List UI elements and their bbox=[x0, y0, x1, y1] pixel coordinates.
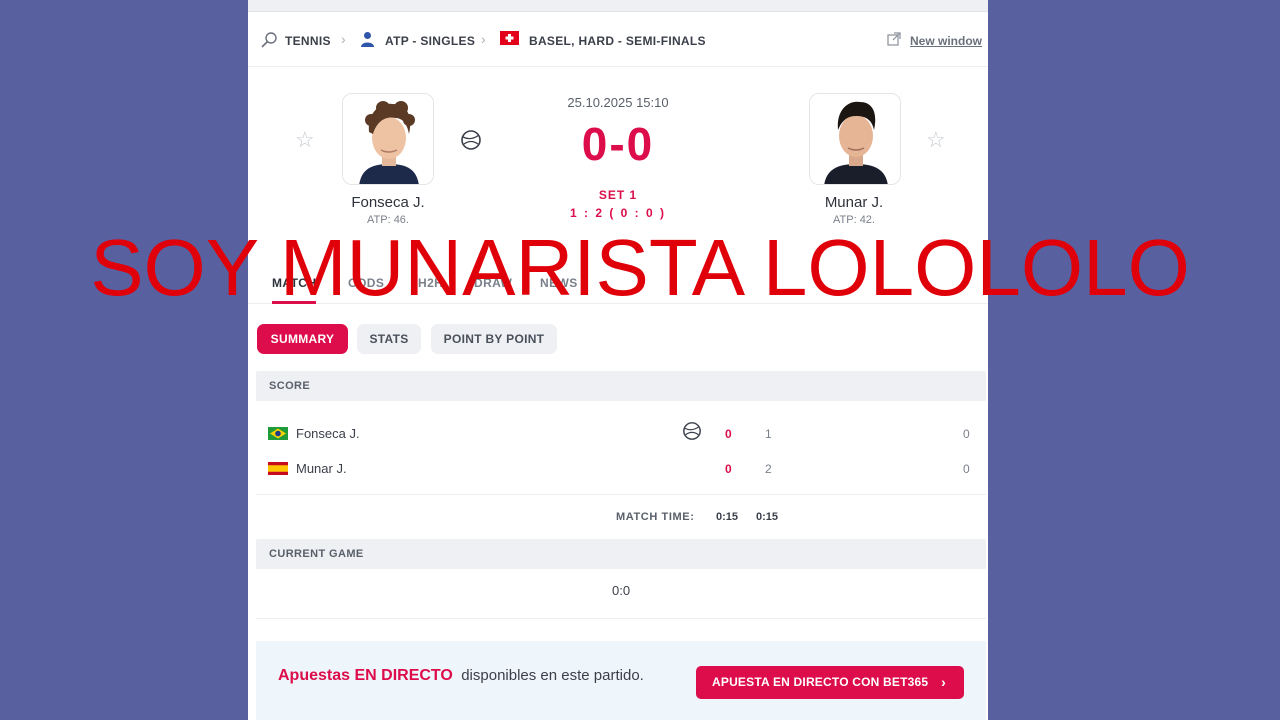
favorite-star-icon-away[interactable]: ☆ bbox=[926, 127, 946, 153]
subtab-summary[interactable]: SUMMARY bbox=[257, 324, 348, 354]
spain-flag-icon bbox=[268, 462, 288, 475]
current-game-score: 0:0 bbox=[612, 583, 631, 598]
match-time-set1: 0:15 bbox=[756, 511, 779, 523]
chevron-right-icon: › bbox=[941, 674, 946, 690]
away-player-name[interactable]: Munar J. bbox=[779, 194, 929, 211]
match-datetime: 25.10.2025 15:10 bbox=[567, 95, 669, 110]
subtab-stats[interactable]: STATS bbox=[357, 324, 421, 354]
tennis-racket-icon bbox=[260, 31, 278, 54]
divider bbox=[256, 494, 986, 495]
score-section-header: SCORE bbox=[256, 371, 986, 401]
external-link-icon bbox=[887, 32, 901, 51]
current-game-header: CURRENT GAME bbox=[256, 539, 986, 569]
chevron-right-icon: › bbox=[341, 31, 346, 47]
score-row-home-set1: 1 bbox=[765, 427, 772, 441]
match-time-total: 0:15 bbox=[716, 511, 739, 523]
promo-text: disponibles en este partido. bbox=[461, 667, 644, 684]
live-betting-promo: Apuestas EN DIRECTO disponibles en este … bbox=[256, 641, 986, 720]
favorite-star-icon-home[interactable]: ☆ bbox=[295, 127, 315, 153]
subtab-point-by-point[interactable]: POINT BY POINT bbox=[431, 324, 557, 354]
score-row-home-total: 0 bbox=[963, 427, 970, 441]
breadcrumb-tournament[interactable]: BASEL, HARD - SEMI-FINALS bbox=[529, 34, 706, 48]
match-time-label: MATCH TIME: bbox=[616, 511, 695, 523]
score-row-away-game: 0 bbox=[725, 462, 732, 476]
avatar-home[interactable] bbox=[342, 93, 434, 185]
match-panel: TENNIS › ATP - SINGLES › BASEL, HARD - S… bbox=[248, 0, 988, 720]
score-row-home-game: 0 bbox=[725, 427, 732, 441]
person-icon bbox=[360, 31, 375, 52]
promo-text-block: Apuestas EN DIRECTO disponibles en este … bbox=[278, 663, 658, 688]
switzerland-flag-icon bbox=[500, 31, 519, 50]
overlay-caption: SOY MUNARISTA LOLOLOLO bbox=[90, 223, 1190, 312]
serving-ball-icon bbox=[682, 421, 702, 446]
serving-ball-icon bbox=[460, 129, 482, 156]
match-score: 0-0 bbox=[581, 118, 655, 170]
set-score: 1 : 2 ( 0 : 0 ) bbox=[569, 206, 667, 220]
score-row-home-name[interactable]: Fonseca J. bbox=[296, 426, 360, 441]
new-window-link[interactable]: New window bbox=[910, 34, 982, 48]
bet365-button-label: APUESTA EN DIRECTO CON BET365 bbox=[712, 675, 929, 689]
brazil-flag-icon bbox=[268, 427, 288, 440]
breadcrumb-sport[interactable]: TENNIS bbox=[285, 34, 331, 48]
top-strip bbox=[248, 0, 988, 12]
score-row-away-name[interactable]: Munar J. bbox=[296, 461, 347, 476]
chevron-right-icon: › bbox=[481, 31, 486, 47]
home-player-name[interactable]: Fonseca J. bbox=[313, 194, 463, 211]
score-row-away-total: 0 bbox=[963, 462, 970, 476]
bet365-live-button[interactable]: APUESTA EN DIRECTO CON BET365 › bbox=[696, 666, 964, 699]
score-row-away-set1: 2 bbox=[765, 462, 772, 476]
divider bbox=[256, 618, 986, 619]
promo-highlight: Apuestas EN DIRECTO bbox=[278, 667, 453, 684]
avatar-away[interactable] bbox=[809, 93, 901, 185]
breadcrumb: TENNIS › ATP - SINGLES › BASEL, HARD - S… bbox=[248, 12, 988, 67]
breadcrumb-category[interactable]: ATP - SINGLES bbox=[385, 34, 475, 48]
set-label: SET 1 bbox=[598, 188, 638, 202]
